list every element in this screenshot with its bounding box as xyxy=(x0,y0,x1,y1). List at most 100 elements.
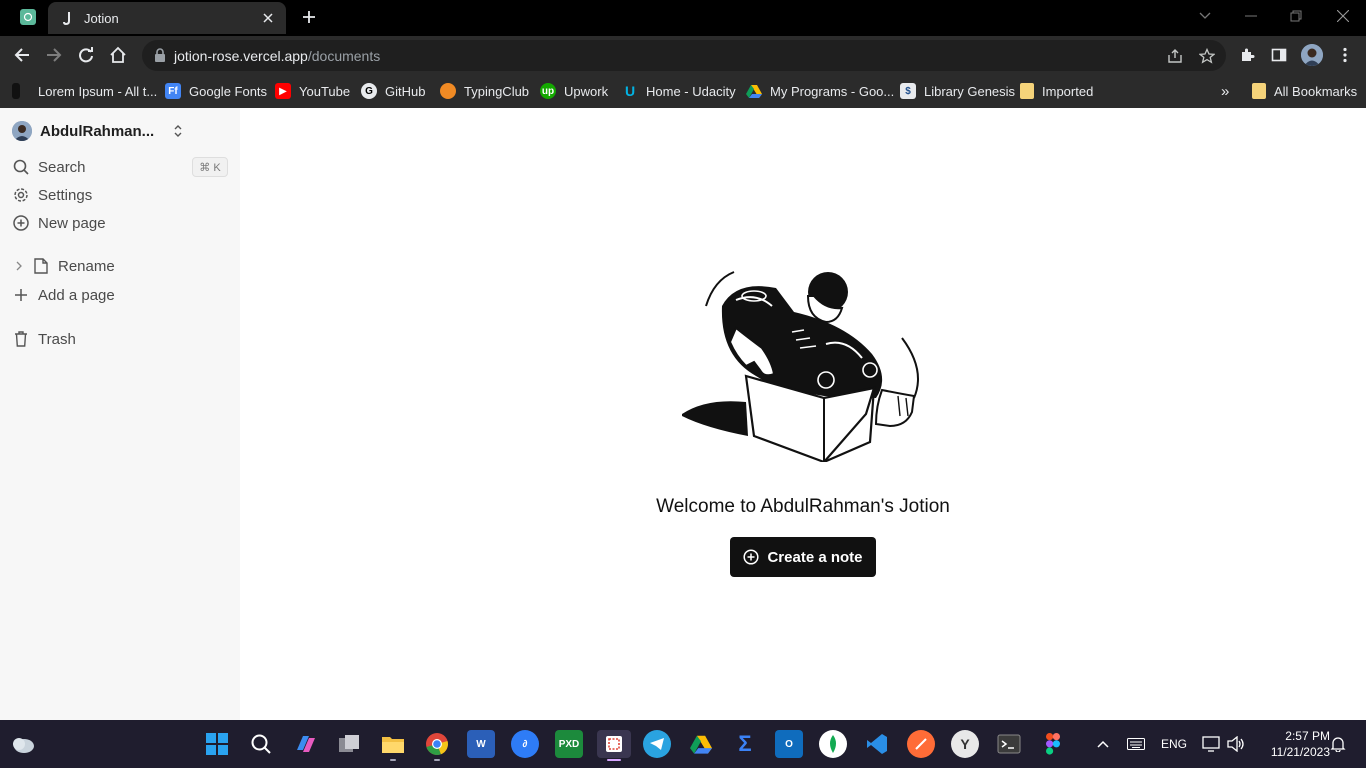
chrome-icon[interactable] xyxy=(423,730,451,758)
windows-start-icon[interactable] xyxy=(203,730,231,758)
menu-kebab-icon[interactable] xyxy=(1336,46,1354,64)
chatgpt-tab[interactable] xyxy=(14,6,42,28)
youtube-icon: ▶ xyxy=(275,83,291,99)
all-bookmarks[interactable]: All Bookmarks xyxy=(1252,82,1357,100)
close-window-icon[interactable] xyxy=(1335,8,1351,24)
postman-icon[interactable] xyxy=(907,730,935,758)
bookmark-label: TypingClub xyxy=(464,83,530,99)
xd-icon[interactable]: PXD xyxy=(555,730,583,758)
word-icon[interactable]: W xyxy=(467,730,495,758)
url-host: jotion-rose.vercel.app xyxy=(174,48,308,64)
search-icon xyxy=(12,158,30,176)
welcome-heading: Welcome to AbdulRahman's Jotion xyxy=(656,496,950,517)
bookmark-label: My Programs - Goo... xyxy=(770,83,895,99)
back-icon[interactable] xyxy=(11,44,33,66)
document-item[interactable]: Rename xyxy=(12,255,115,277)
bookmark-google-fonts[interactable]: Ff Google Fonts xyxy=(165,82,267,100)
mongodb-icon[interactable] xyxy=(819,730,847,758)
document-title: Rename xyxy=(58,257,115,275)
bookmarks-overflow-icon[interactable]: » xyxy=(1221,82,1229,100)
tab-jotion[interactable]: Jotion xyxy=(48,2,286,34)
new-tab-icon[interactable] xyxy=(300,8,318,26)
sidebar-item-label: Add a page xyxy=(38,286,115,304)
minimize-icon[interactable] xyxy=(1243,8,1259,24)
terminal-sigma-icon[interactable]: Σ xyxy=(731,730,759,758)
bookmark-udacity[interactable]: U Home - Udacity xyxy=(622,82,736,100)
figma-icon[interactable] xyxy=(1039,730,1067,758)
bookmark-github[interactable]: G GitHub xyxy=(361,82,425,100)
address-bar[interactable]: jotion-rose.vercel.app/documents xyxy=(142,40,1226,71)
create-note-button[interactable]: Create a note xyxy=(730,537,876,577)
clock-time: 2:57 PM xyxy=(1285,729,1330,743)
bookmark-library-genesis[interactable]: $ Library Genesis xyxy=(900,82,1015,100)
typingclub-icon xyxy=(440,83,456,99)
notification-bell-icon[interactable] xyxy=(1330,734,1346,754)
copilot-icon[interactable] xyxy=(291,730,319,758)
google-drive-icon[interactable] xyxy=(687,730,715,758)
close-tab-icon[interactable] xyxy=(260,10,276,26)
tab-search-icon[interactable] xyxy=(1197,8,1213,24)
google-drive-icon xyxy=(746,83,762,99)
profile-avatar[interactable] xyxy=(1301,44,1323,66)
weather-icon[interactable] xyxy=(10,732,36,756)
app-icon[interactable]: ∂ xyxy=(511,730,539,758)
outlook-icon[interactable]: O xyxy=(775,730,803,758)
bookmark-label: GitHub xyxy=(385,83,426,99)
side-panel-icon[interactable] xyxy=(1270,46,1288,64)
browser-tab-strip: Jotion xyxy=(0,0,1366,36)
search-shortcut-badge: ⌘ K xyxy=(192,157,228,177)
folder-icon xyxy=(1020,83,1034,99)
trash-icon xyxy=(12,330,30,348)
app-y-icon[interactable]: Y xyxy=(951,730,979,758)
sidebar-item-trash[interactable]: Trash xyxy=(12,328,76,350)
sidebar-item-add-page[interactable]: Add a page xyxy=(12,284,115,306)
search-icon[interactable] xyxy=(247,730,275,758)
all-bookmarks-label: All Bookmarks xyxy=(1274,83,1358,99)
sidebar-item-label: Search xyxy=(38,158,86,176)
chatgpt-icon xyxy=(20,9,36,25)
home-icon[interactable] xyxy=(107,44,129,66)
bookmarks-bar: Lorem Ipsum - All t... Ff Google Fonts ▶… xyxy=(0,74,1366,108)
network-icon[interactable] xyxy=(1202,734,1220,754)
windows-terminal-icon[interactable] xyxy=(995,730,1023,758)
bookmark-lorem[interactable]: Lorem Ipsum - All t... xyxy=(12,82,157,100)
bookmark-label: Lorem Ipsum - All t... xyxy=(38,83,158,99)
keyboard-icon[interactable] xyxy=(1127,734,1145,754)
bookmark-typingclub[interactable]: TypingClub xyxy=(440,82,529,100)
google-fonts-icon: Ff xyxy=(165,83,181,99)
lock-icon[interactable] xyxy=(154,48,168,62)
sidebar-item-settings[interactable]: Settings xyxy=(12,184,92,206)
vscode-icon[interactable] xyxy=(863,730,891,758)
user-name: AbdulRahman... xyxy=(40,122,155,140)
extensions-icon[interactable] xyxy=(1238,46,1256,64)
snipping-tool-icon[interactable] xyxy=(597,730,631,758)
bookmark-star-icon[interactable] xyxy=(1198,47,1216,65)
forward-icon[interactable] xyxy=(43,44,65,66)
url-path: /documents xyxy=(307,48,381,64)
sidebar-item-new-page[interactable]: New page xyxy=(12,212,106,234)
plus-circle-icon xyxy=(743,549,760,565)
volume-icon[interactable] xyxy=(1227,734,1245,754)
chevron-right-icon[interactable] xyxy=(12,259,26,273)
sidebar: AbdulRahman... Search ⌘ K Settings New p… xyxy=(0,108,240,720)
restore-icon[interactable] xyxy=(1288,8,1304,24)
bookmark-youtube[interactable]: ▶ YouTube xyxy=(275,82,350,100)
system-clock[interactable]: 2:57 PM 11/21/2023 xyxy=(1254,728,1330,760)
bookmark-my-programs[interactable]: My Programs - Goo... xyxy=(746,82,894,100)
bookmark-label: Library Genesis xyxy=(924,83,1016,99)
bookmark-upwork[interactable]: up Upwork xyxy=(540,82,608,100)
task-view-icon[interactable] xyxy=(335,730,363,758)
bookmark-imported[interactable]: Imported xyxy=(1020,82,1093,100)
language-indicator[interactable]: ENG xyxy=(1161,734,1187,754)
reload-icon[interactable] xyxy=(75,44,97,66)
sidebar-item-label: Trash xyxy=(38,330,76,348)
user-switcher[interactable]: AbdulRahman... xyxy=(12,121,230,141)
chevron-up-icon[interactable] xyxy=(1097,734,1109,754)
github-icon: G xyxy=(361,83,377,99)
clock-date: 11/21/2023 xyxy=(1270,745,1330,759)
plus-icon xyxy=(12,286,30,304)
telegram-icon[interactable] xyxy=(643,730,671,758)
file-explorer-icon[interactable] xyxy=(379,730,407,758)
sidebar-item-search[interactable]: Search xyxy=(12,156,86,178)
share-icon[interactable] xyxy=(1166,47,1184,65)
